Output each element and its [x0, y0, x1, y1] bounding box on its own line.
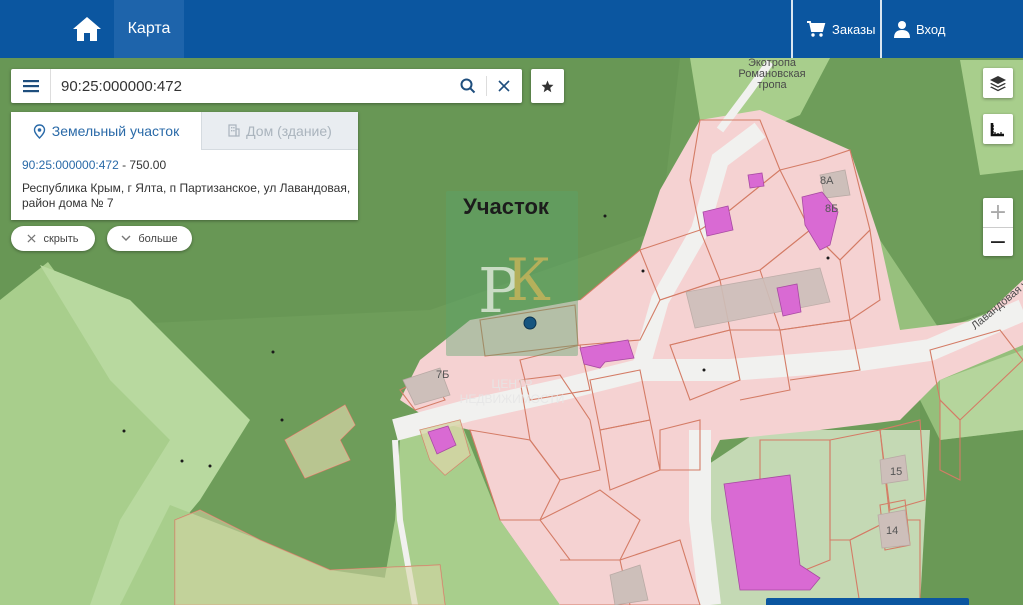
plot-title: Участок — [463, 194, 550, 219]
ruler-icon — [990, 123, 1004, 137]
login-label: Вход — [916, 21, 946, 37]
parcel-summary: 90:25:000000:472 - 750.00 — [22, 158, 166, 172]
watermark-line-1: ЦЕНТР — [492, 377, 533, 391]
hide-label: скрыть — [43, 232, 79, 245]
zoom-out-button[interactable]: − — [983, 227, 1013, 256]
layers-icon — [990, 76, 1006, 92]
chevron-down-icon — [121, 235, 131, 241]
layers-button[interactable] — [983, 68, 1013, 98]
trail-label-3: тропа — [757, 79, 787, 91]
parcel-info-card: Земельный участок Дом (здание) 90:25:000… — [11, 112, 358, 220]
location-marker[interactable] — [523, 316, 537, 330]
nav-divider — [791, 0, 793, 58]
hamburger-icon — [22, 80, 39, 93]
favorites-button[interactable] — [531, 69, 564, 103]
close-icon — [27, 234, 36, 243]
parcel-area: - 750.00 — [118, 158, 167, 172]
home-button[interactable] — [60, 0, 114, 58]
tab-land-plot-label: Земельный участок — [51, 123, 180, 139]
user-icon — [894, 21, 910, 38]
orders-label: Заказы — [832, 21, 876, 37]
search-bar — [11, 69, 522, 103]
more-label: больше — [138, 232, 178, 245]
tab-land-plot[interactable]: Земельный участок — [11, 112, 201, 150]
more-button[interactable]: больше — [107, 226, 192, 251]
house-number: 8Б — [825, 203, 838, 215]
tab-building[interactable]: Дом (здание) — [201, 112, 358, 150]
building-icon — [228, 124, 240, 137]
search-divider — [486, 76, 487, 96]
login-button[interactable]: Вход — [894, 0, 945, 58]
orders-button[interactable]: Заказы — [806, 0, 875, 58]
parcel-address: Республика Крым, г Ялта, п Партизанское,… — [22, 181, 351, 210]
bottom-panel-tab[interactable] — [766, 598, 969, 605]
tab-map[interactable]: Карта — [114, 0, 184, 58]
house-number: 14 — [886, 525, 898, 537]
parcel-number-link[interactable]: 90:25:000000:472 — [22, 158, 119, 172]
house-number: 8А — [820, 175, 834, 187]
cart-icon — [807, 21, 826, 37]
search-icon — [460, 78, 476, 94]
road — [689, 430, 721, 605]
house-number: 15 — [890, 466, 902, 478]
logo-letter-k: К — [506, 246, 551, 314]
star-icon — [541, 80, 554, 92]
home-icon — [73, 17, 101, 41]
watermark-line-2: НЕДВИЖИМОСТИ — [460, 392, 565, 406]
close-icon — [498, 80, 510, 92]
menu-button[interactable] — [11, 69, 51, 103]
top-nav-bar: Карта Заказы Вход — [0, 0, 1023, 58]
house-number: 7Б — [436, 369, 449, 381]
clear-search-button[interactable] — [491, 73, 517, 99]
search-button[interactable] — [455, 73, 481, 99]
nav-divider — [880, 0, 882, 58]
hide-button[interactable]: скрыть — [11, 226, 95, 251]
zoom-in-button[interactable]: + — [983, 198, 1013, 227]
measure-button[interactable] — [983, 114, 1013, 144]
tab-building-label: Дом (здание) — [246, 122, 332, 139]
zoom-control: + − — [983, 198, 1013, 256]
map-pin-icon — [33, 123, 45, 139]
search-input[interactable] — [61, 74, 451, 98]
